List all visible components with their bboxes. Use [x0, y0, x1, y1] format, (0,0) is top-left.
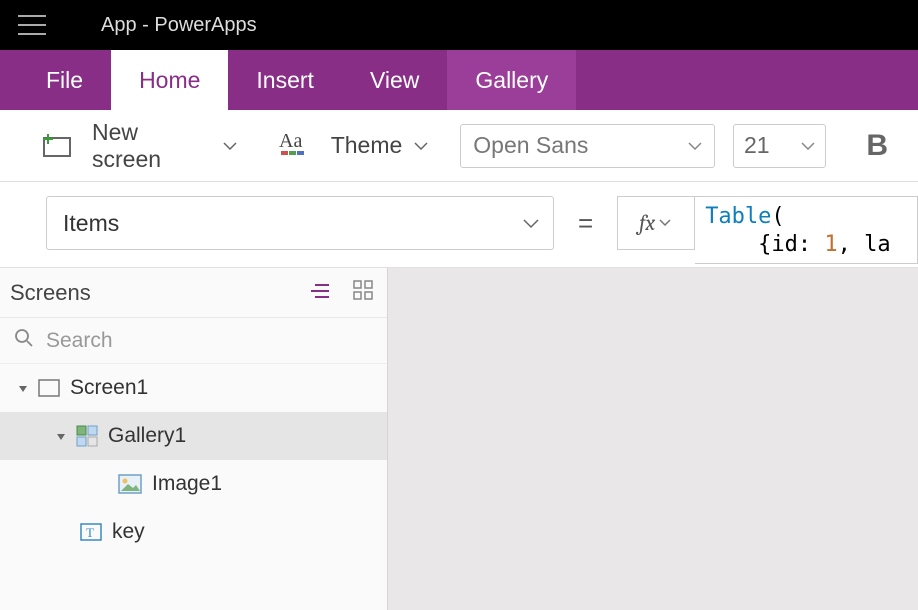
chevron-down-icon[interactable] [414, 142, 428, 150]
theme-button[interactable]: Theme [331, 132, 403, 159]
font-family-value: Open Sans [473, 132, 588, 159]
app-title: App - PowerApps [101, 14, 257, 37]
list-view-icon[interactable] [309, 280, 331, 306]
new-screen-button[interactable]: New screen [92, 119, 211, 173]
tree-item-gallery1[interactable]: Gallery1 [0, 412, 387, 460]
screen-icon [38, 379, 60, 397]
screens-panel: Screens [0, 268, 388, 610]
chevron-down-icon[interactable] [223, 142, 237, 150]
svg-text:T: T [86, 525, 94, 540]
grid-view-icon[interactable] [353, 280, 373, 306]
tab-view[interactable]: View [342, 50, 447, 110]
property-value: Items [63, 210, 119, 237]
property-dropdown[interactable]: Items [46, 196, 554, 250]
ribbon-tabs: File Home Insert View Gallery [0, 50, 918, 110]
content-area: Screens [0, 268, 918, 610]
image-icon [118, 474, 142, 494]
search-placeholder: Search [46, 329, 113, 353]
tree-item-label: key [112, 520, 145, 544]
fx-icon: fx [639, 210, 655, 236]
fx-button[interactable]: fx [617, 196, 695, 250]
screens-tree: Screen1 Gallery1 [0, 364, 387, 610]
canvas-area[interactable] [388, 268, 918, 610]
tab-gallery[interactable]: Gallery [447, 50, 576, 110]
caret-down-icon[interactable] [56, 424, 68, 448]
formula-bar: Items = fx Table( {id: 1, la [0, 182, 918, 268]
theme-icon: Aa [279, 129, 311, 163]
chevron-down-icon [801, 142, 815, 150]
gallery-icon [76, 425, 98, 447]
svg-text:Aa: Aa [279, 130, 302, 152]
caret-down-icon[interactable] [18, 376, 30, 400]
chevron-down-icon [688, 142, 702, 150]
text-input-icon: T [80, 522, 102, 542]
new-screen-icon [40, 132, 74, 160]
chevron-down-icon [659, 219, 673, 227]
chevron-down-icon [523, 219, 537, 227]
tree-item-key[interactable]: T key [0, 508, 387, 556]
screens-search[interactable]: Search [0, 318, 387, 364]
tree-item-label: Image1 [152, 472, 222, 496]
screens-title: Screens [10, 280, 91, 306]
tab-insert[interactable]: Insert [228, 50, 342, 110]
tree-item-label: Gallery1 [108, 424, 186, 448]
tree-item-label: Screen1 [70, 376, 148, 400]
tree-item-image1[interactable]: Image1 [0, 460, 387, 508]
tab-file[interactable]: File [18, 50, 111, 110]
search-icon [14, 328, 34, 354]
hamburger-menu-icon[interactable] [18, 15, 46, 35]
formula-input[interactable]: Table( {id: 1, la [695, 196, 918, 264]
ribbon-commands: New screen Aa Theme Open Sans 21 B [0, 110, 918, 182]
bold-button[interactable]: B [866, 129, 888, 163]
tab-home[interactable]: Home [111, 50, 228, 110]
font-size-value: 21 [744, 132, 770, 159]
screens-header: Screens [0, 268, 387, 318]
equals-label: = [554, 196, 617, 250]
titlebar: App - PowerApps [0, 0, 918, 50]
font-family-dropdown[interactable]: Open Sans [460, 124, 715, 168]
font-size-dropdown[interactable]: 21 [733, 124, 826, 168]
tree-item-screen1[interactable]: Screen1 [0, 364, 387, 412]
